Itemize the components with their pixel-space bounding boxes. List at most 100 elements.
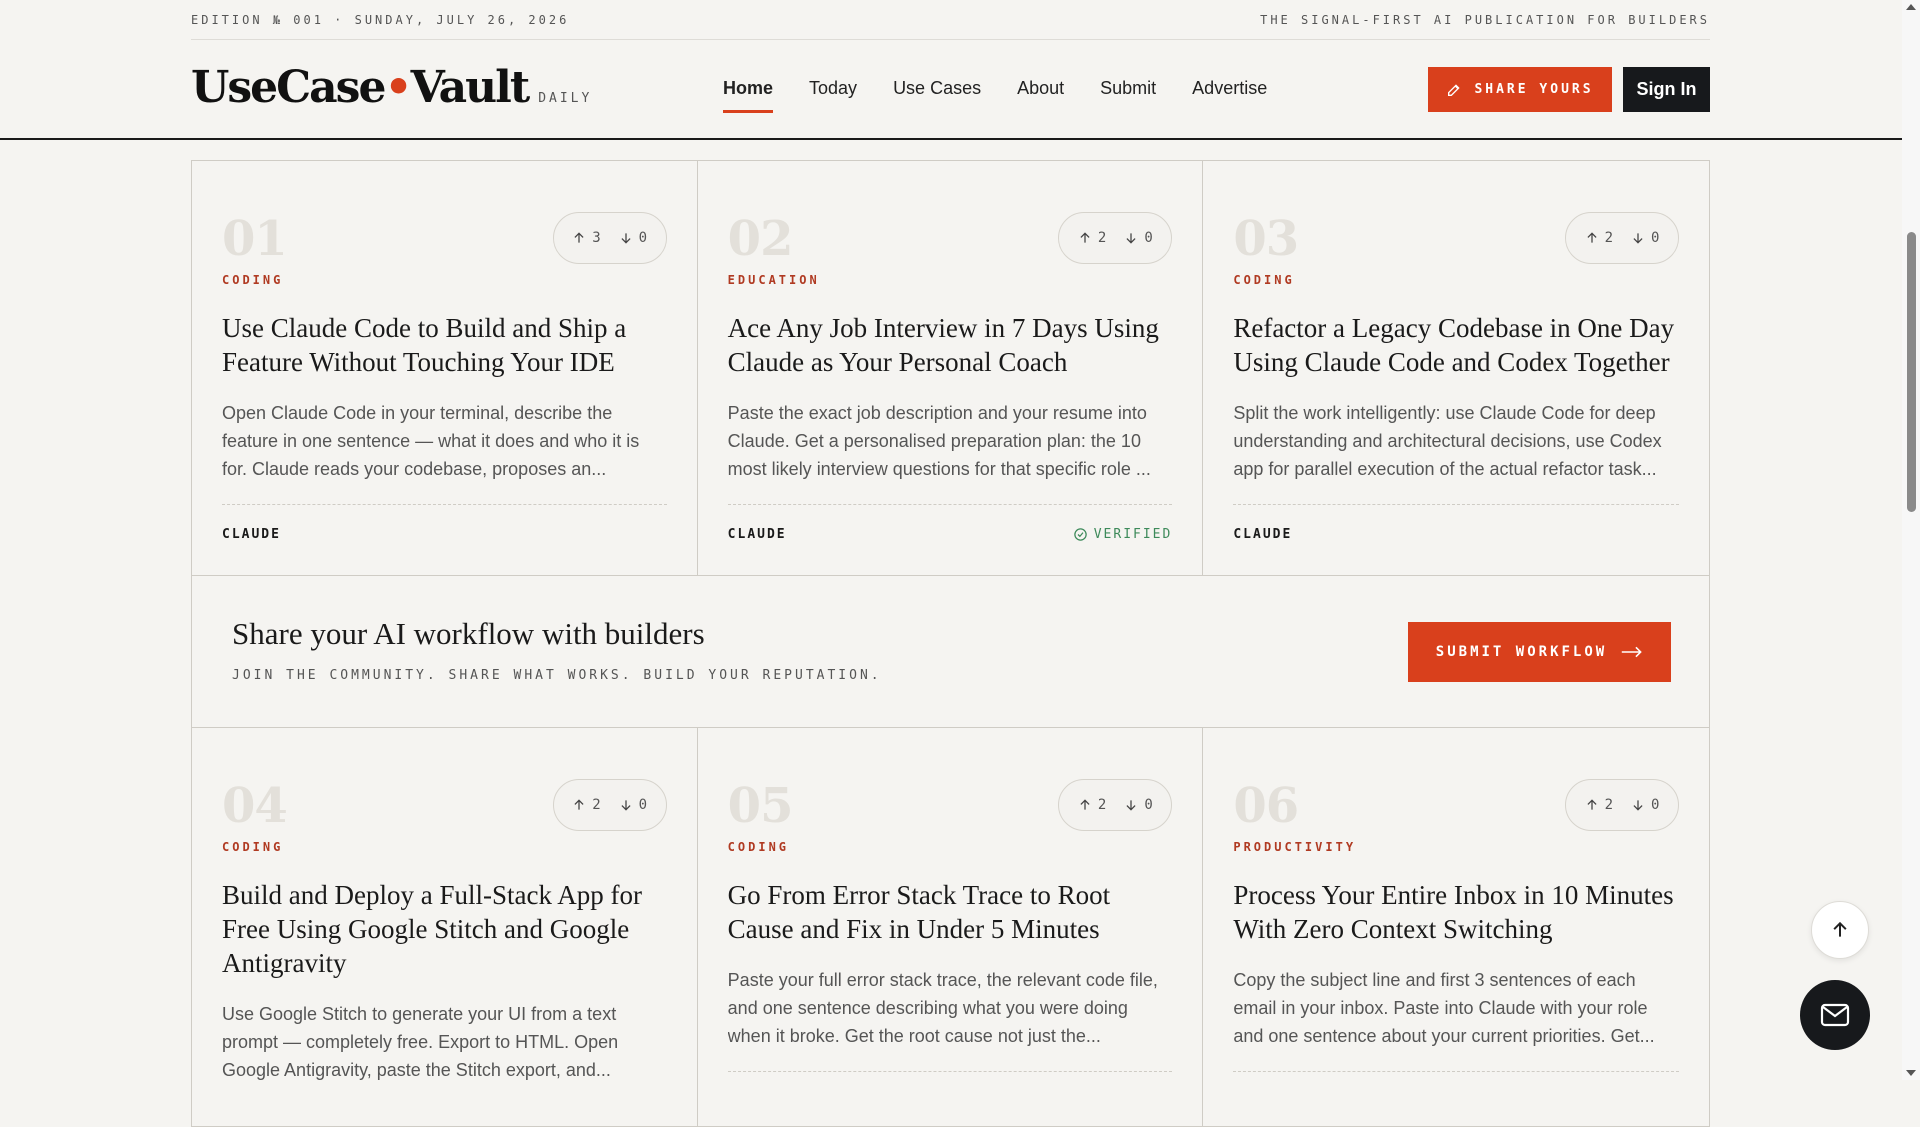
verified-badge: VERIFIED	[1073, 527, 1173, 542]
tool-tag[interactable]: CLAUDE	[728, 527, 787, 542]
nav-advertise[interactable]: Advertise	[1192, 78, 1267, 113]
card-category[interactable]: PRODUCTIVITY	[1233, 840, 1356, 854]
card-category[interactable]: CODING	[222, 840, 283, 854]
vote-pill: 2 0	[552, 779, 667, 831]
card-excerpt: Open Claude Code in your terminal, descr…	[222, 403, 640, 479]
arrow-up-icon	[574, 799, 584, 810]
arrow-up-icon	[1080, 232, 1090, 243]
card-number: 02	[727, 211, 794, 267]
card-category[interactable]: CODING	[222, 273, 283, 287]
edition-label: EDITION № 001 · SUNDAY, JULY 26, 2026	[191, 12, 570, 27]
nav-about[interactable]: About	[1017, 78, 1064, 113]
scroll-to-top-button[interactable]	[1811, 901, 1869, 959]
page-scrollbar[interactable]	[1902, 0, 1920, 1080]
submit-workflow-banner: Share your AI workflow with builders JOI…	[191, 576, 1710, 727]
sign-in-button[interactable]: Sign In	[1623, 67, 1710, 112]
tool-tag[interactable]: CLAUDE	[222, 527, 281, 542]
upvote-button[interactable]: 2	[572, 797, 601, 813]
upvote-count: 3	[592, 230, 601, 246]
upvote-button[interactable]: 2	[1585, 797, 1613, 813]
share-yours-button[interactable]: SHARE YOURS	[1428, 67, 1612, 112]
use-case-card[interactable]: 01 3 0 CODING Use Claude Code to Build a…	[192, 161, 698, 575]
downvote-count: 0	[1651, 230, 1660, 246]
downvote-count: 0	[638, 797, 648, 813]
vote-pill: 2 0	[1565, 212, 1680, 264]
card-footer: CLAUDE	[1233, 504, 1680, 542]
downvote-button[interactable]: 0	[619, 230, 647, 246]
card-footer	[1233, 1071, 1680, 1094]
share-yours-label: SHARE YOURS	[1474, 82, 1594, 97]
brand[interactable]: UseCase•Vault DAILY	[191, 62, 592, 113]
card-title[interactable]: Refactor a Legacy Codebase in One Day Us…	[1233, 311, 1679, 379]
card-number: 04	[222, 778, 288, 834]
logo-part1: UseCase	[191, 62, 386, 113]
arrow-up-icon	[1080, 799, 1090, 810]
upvote-button[interactable]: 2	[1078, 797, 1106, 813]
card-title[interactable]: Process Your Entire Inbox in 10 Minutes …	[1233, 878, 1679, 946]
use-case-card[interactable]: 02 2 0 EDUCATION Ace Any Job Interview i…	[698, 161, 1204, 575]
card-grid-row-2: 04 2 0 CODING Build and Deploy a Full-St…	[191, 727, 1710, 1127]
card-title[interactable]: Use Claude Code to Build and Ship a Feat…	[222, 311, 667, 379]
card-excerpt: Use Google Stitch to generate your UI fr…	[222, 1004, 619, 1080]
downvote-button[interactable]: 0	[1631, 797, 1659, 813]
card-category[interactable]: CODING	[728, 840, 789, 854]
submit-workflow-button[interactable]: SUBMIT WORKFLOW	[1408, 622, 1671, 682]
downvote-button[interactable]: 0	[1631, 230, 1659, 246]
card-footer: CLAUDE VERIFIED	[727, 504, 1173, 542]
upvote-count: 2	[1097, 230, 1107, 246]
edition-bar: EDITION № 001 · SUNDAY, JULY 26, 2026 TH…	[191, 0, 1710, 40]
card-footer	[727, 1071, 1173, 1094]
use-case-card[interactable]: 05 2 0 CODING Go From Error Stack Trace …	[698, 728, 1204, 1126]
vote-pill: 3 0	[552, 212, 667, 264]
card-title[interactable]: Build and Deploy a Full-Stack App for Fr…	[222, 878, 667, 980]
scrollbar-thumb[interactable]	[1907, 232, 1916, 512]
arrow-down-icon	[1126, 233, 1136, 244]
upvote-button[interactable]: 2	[1078, 230, 1106, 246]
logo[interactable]: UseCase•Vault	[191, 62, 530, 113]
main-nav: Home Today Use Cases About Submit Advert…	[723, 78, 1267, 113]
upvote-count: 2	[1097, 797, 1107, 813]
card-excerpt: Copy the subject line and first 3 senten…	[1233, 970, 1655, 1046]
nav-submit[interactable]: Submit	[1100, 78, 1156, 113]
card-number: 05	[727, 778, 794, 834]
downvote-button[interactable]: 0	[1124, 230, 1153, 246]
logo-subtitle: DAILY	[538, 91, 593, 106]
pencil-icon	[1448, 83, 1461, 96]
downvote-count: 0	[638, 230, 648, 246]
check-circle-icon	[1073, 528, 1087, 541]
vote-pill: 2 0	[1058, 212, 1173, 264]
cta-title: Share your AI workflow with builders	[232, 616, 705, 651]
card-number: 06	[1233, 778, 1299, 834]
scroll-down-arrow[interactable]	[1906, 1070, 1916, 1076]
upvote-count: 2	[592, 797, 601, 813]
nav-home[interactable]: Home	[723, 78, 774, 113]
card-title[interactable]: Ace Any Job Interview in 7 Days Using Cl…	[728, 311, 1173, 379]
card-footer: CLAUDE	[222, 504, 667, 542]
cta-subtitle: JOIN THE COMMUNITY. SHARE WHAT WORKS. BU…	[232, 668, 882, 683]
upvote-count: 2	[1604, 797, 1614, 813]
use-case-card[interactable]: 06 2 0 PRODUCTIVITY Process Your Entire …	[1203, 728, 1709, 1126]
tool-tag[interactable]: CLAUDE	[1233, 527, 1292, 542]
use-case-card[interactable]: 04 2 0 CODING Build and Deploy a Full-St…	[192, 728, 698, 1126]
arrow-up-icon	[1587, 232, 1597, 243]
card-category[interactable]: CODING	[1233, 273, 1294, 287]
card-number: 03	[1233, 211, 1299, 267]
use-case-card[interactable]: 03 2 0 CODING Refactor a Legacy Codebase…	[1203, 161, 1709, 575]
newsletter-button[interactable]	[1800, 980, 1870, 1050]
card-excerpt: Split the work intelligently: use Claude…	[1233, 403, 1662, 479]
downvote-count: 0	[1144, 797, 1153, 813]
nav-use-cases[interactable]: Use Cases	[893, 78, 981, 113]
arrow-down-icon	[621, 233, 631, 244]
scroll-up-arrow[interactable]	[1906, 4, 1916, 10]
vote-pill: 2 0	[1058, 779, 1173, 831]
upvote-button[interactable]: 3	[572, 230, 601, 246]
downvote-count: 0	[1144, 230, 1153, 246]
card-title[interactable]: Go From Error Stack Trace to Root Cause …	[728, 878, 1173, 946]
arrow-right-icon	[1622, 646, 1642, 658]
card-category[interactable]: EDUCATION	[728, 273, 820, 287]
upvote-button[interactable]: 2	[1585, 230, 1613, 246]
downvote-button[interactable]: 0	[1124, 797, 1153, 813]
nav-today[interactable]: Today	[809, 78, 857, 113]
downvote-button[interactable]: 0	[619, 797, 647, 813]
arrow-up-icon	[1587, 799, 1597, 810]
